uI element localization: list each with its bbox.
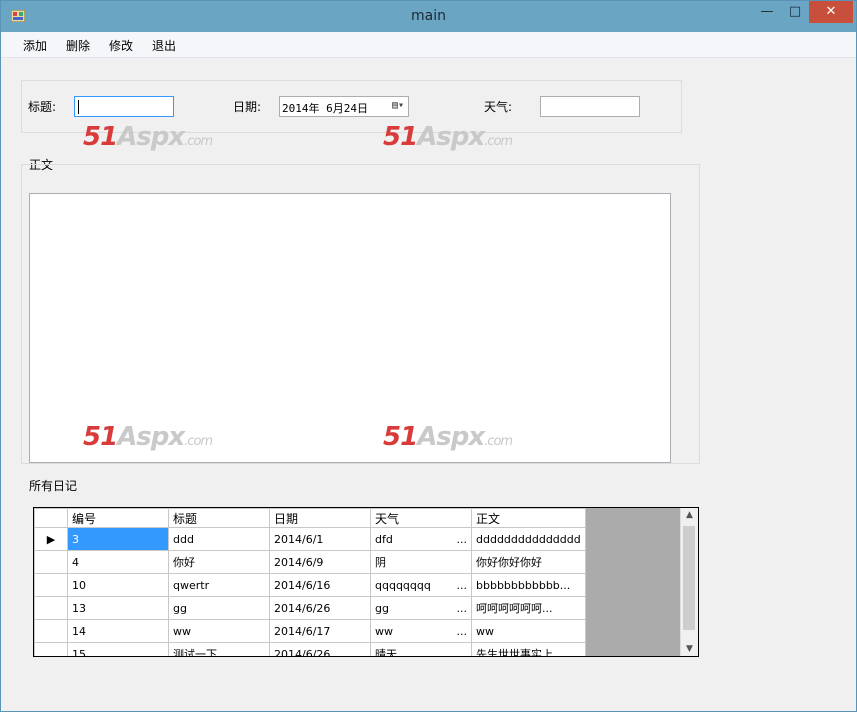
diary-grid[interactable]: 编号 标题 日期 天气 正文 ▶ 3 ddd 2014/6/1 dfd... d… — [33, 507, 699, 657]
vertical-scrollbar[interactable]: ▲ ▼ — [680, 508, 698, 656]
table-cell[interactable]: 15 — [67, 642, 169, 656]
table-cell[interactable]: 你好你好你好 — [471, 550, 586, 574]
menu-bar: 添加 删除 修改 退出 — [1, 32, 856, 58]
table-cell[interactable]: ww... — [370, 619, 472, 643]
column-header-date[interactable]: 日期 — [269, 508, 371, 528]
menu-add[interactable]: 添加 — [23, 37, 47, 54]
date-value: 2014年 6月24日 — [282, 102, 368, 115]
table-cell[interactable]: 2014/6/26 — [269, 642, 371, 656]
menu-edit[interactable]: 修改 — [109, 37, 133, 54]
table-header-row: 编号 标题 日期 天气 正文 — [34, 508, 586, 528]
table-cell[interactable]: 2014/6/1 — [269, 527, 371, 551]
table-cell[interactable]: 3 — [67, 527, 169, 551]
menu-exit[interactable]: 退出 — [152, 37, 176, 54]
table-cell[interactable]: qqqqqqqq... — [370, 573, 472, 597]
table-cell[interactable]: 测试一下 — [168, 642, 270, 656]
row-header[interactable] — [34, 573, 68, 597]
table-row[interactable]: 10 qwertr 2014/6/16 qqqqqqqq... bbbbbbbb… — [34, 573, 586, 597]
diary-table: 编号 标题 日期 天气 正文 ▶ 3 ddd 2014/6/1 dfd... d… — [34, 508, 586, 656]
table-row[interactable]: 15 测试一下 2014/6/26 晴天 先生世世事实上 — [34, 642, 586, 656]
column-header-body[interactable]: 正文 — [471, 508, 586, 528]
title-input[interactable] — [74, 96, 174, 117]
column-header-title[interactable]: 标题 — [168, 508, 270, 528]
weather-input[interactable] — [540, 96, 640, 117]
scroll-up-icon[interactable]: ▲ — [681, 510, 698, 520]
calendar-icon[interactable]: ▤▾ — [392, 100, 404, 111]
row-header[interactable] — [34, 550, 68, 574]
table-row[interactable]: 14 ww 2014/6/17 ww... ww — [34, 619, 586, 643]
row-pointer-icon[interactable]: ▶ — [34, 527, 68, 551]
table-cell[interactable]: gg — [168, 596, 270, 620]
table-cell[interactable]: 2014/6/9 — [269, 550, 371, 574]
table-cell[interactable]: 10 — [67, 573, 169, 597]
table-cell[interactable]: 呵呵呵呵呵呵... — [471, 596, 586, 620]
minimize-icon[interactable]: — — [753, 1, 781, 23]
row-header[interactable] — [34, 596, 68, 620]
corner-header — [34, 508, 68, 528]
title-bar[interactable]: main — □ ✕ — [1, 1, 856, 32]
watermark-logo: 51Aspx.com — [383, 422, 513, 452]
table-cell[interactable]: 先生世世事实上 — [471, 642, 586, 656]
table-cell[interactable]: 2014/6/16 — [269, 573, 371, 597]
watermark-logo: 51Aspx.com — [83, 422, 213, 452]
date-picker[interactable]: 2014年 6月24日 ▤▾ — [279, 96, 409, 117]
table-cell[interactable]: gg... — [370, 596, 472, 620]
main-window: main — □ ✕ 添加 删除 修改 退出 标题: 日期: 2014年 6月2… — [0, 0, 857, 712]
watermark-logo: 51Aspx.com — [83, 122, 213, 152]
window-title: main — [411, 8, 446, 24]
title-label: 标题: — [28, 100, 57, 114]
table-cell[interactable]: qwertr — [168, 573, 270, 597]
table-cell[interactable]: 2014/6/17 — [269, 619, 371, 643]
table-row[interactable]: 4 你好 2014/6/9 阴 你好你好你好 — [34, 550, 586, 574]
table-cell[interactable]: ww — [168, 619, 270, 643]
row-header[interactable] — [34, 642, 68, 656]
table-cell[interactable]: ddd — [168, 527, 270, 551]
table-cell[interactable]: ddddddddddddddd — [471, 527, 586, 551]
table-cell[interactable]: 晴天 — [370, 642, 472, 656]
row-header[interactable] — [34, 619, 68, 643]
table-cell[interactable]: 2014/6/26 — [269, 596, 371, 620]
date-label: 日期: — [233, 100, 262, 114]
table-cell[interactable]: bbbbbbbbbbbb... — [471, 573, 586, 597]
table-row[interactable]: 13 gg 2014/6/26 gg... 呵呵呵呵呵呵... — [34, 596, 586, 620]
table-row[interactable]: ▶ 3 ddd 2014/6/1 dfd... ddddddddddddddd — [34, 527, 586, 551]
text-caret — [78, 100, 79, 114]
diary-list-label: 所有日记 — [29, 479, 78, 493]
watermark-logo: 51Aspx.com — [383, 122, 513, 152]
table-cell[interactable]: 阴 — [370, 550, 472, 574]
maximize-icon[interactable]: □ — [781, 1, 809, 23]
column-header-id[interactable]: 编号 — [67, 508, 169, 528]
table-cell[interactable]: ww — [471, 619, 586, 643]
table-cell[interactable]: 13 — [67, 596, 169, 620]
scroll-down-icon[interactable]: ▼ — [681, 644, 698, 654]
table-cell[interactable]: 你好 — [168, 550, 270, 574]
scroll-thumb[interactable] — [683, 526, 695, 630]
table-cell[interactable]: 14 — [67, 619, 169, 643]
weather-label: 天气: — [484, 100, 513, 114]
close-icon[interactable]: ✕ — [809, 1, 853, 23]
table-cell[interactable]: dfd... — [370, 527, 472, 551]
menu-delete[interactable]: 删除 — [66, 37, 90, 54]
column-header-weather[interactable]: 天气 — [370, 508, 472, 528]
table-cell[interactable]: 4 — [67, 550, 169, 574]
